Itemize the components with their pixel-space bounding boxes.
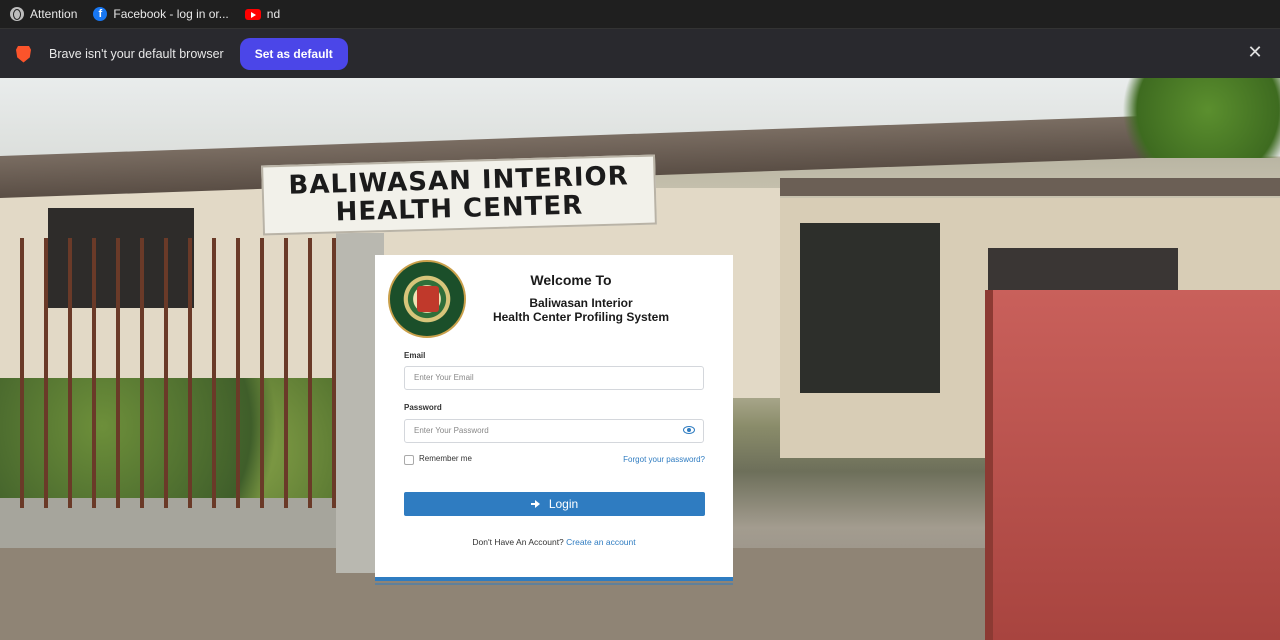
brave-lion-icon [16, 45, 31, 63]
subtitle-line-2: Health Center Profiling System [492, 310, 670, 324]
login-button[interactable]: Login [404, 492, 705, 516]
globe-icon [10, 7, 24, 21]
facebook-icon: f [93, 7, 108, 21]
default-browser-infobar: Brave isn't your default browser Set as … [0, 28, 1280, 79]
password-field[interactable]: Enter Your Password [404, 419, 704, 443]
password-label: Password [404, 403, 442, 412]
password-placeholder: Enter Your Password [414, 426, 489, 435]
email-field[interactable]: Enter Your Email [404, 366, 704, 390]
iron-fence [0, 238, 340, 508]
login-button-label: Login [548, 497, 579, 511]
subtitle-line-1: Baliwasan Interior [529, 296, 633, 310]
remember-me-label: Remember me [419, 454, 472, 463]
doorway [800, 223, 940, 393]
welcome-title: Welcome To [530, 272, 612, 288]
sign-line-2: HEALTH CENTER [335, 190, 584, 228]
bookmark-attention[interactable]: Attention [4, 3, 83, 25]
youtube-icon [244, 8, 261, 20]
close-icon[interactable]: ✕ [1246, 43, 1264, 61]
email-label: Email [404, 351, 426, 360]
bookmark-label: nd [266, 7, 281, 21]
infobar-message: Brave isn't your default browser [49, 47, 224, 61]
bookmark-label: Attention [30, 7, 78, 21]
show-password-icon[interactable] [683, 426, 695, 434]
red-gate [985, 290, 1280, 640]
system-subtitle: Baliwasan Interior Health Center Profili… [471, 296, 691, 324]
create-account-link[interactable]: Create an account [566, 537, 635, 547]
login-card: Welcome To Baliwasan Interior Health Cen… [375, 255, 733, 585]
bookmark-nd[interactable]: nd [239, 3, 286, 25]
create-account-row: Don't Have An Account? Create an account [375, 537, 733, 547]
bookmarks-bar: Attention f Facebook - log in or... nd [0, 0, 1280, 28]
bookmark-label: Facebook - log in or... [113, 7, 229, 21]
remember-me-checkbox[interactable] [404, 455, 414, 465]
no-account-text: Don't Have An Account? [472, 537, 564, 547]
bookmark-facebook[interactable]: f Facebook - log in or... [87, 3, 234, 25]
page-background: BALIWASAN INTERIOR HEALTH CENTER Welcome… [0, 78, 1280, 640]
tree-foliage [1100, 78, 1280, 158]
set-as-default-button[interactable]: Set as default [239, 38, 348, 70]
sign-in-icon [530, 500, 541, 508]
health-center-sign: BALIWASAN INTERIOR HEALTH CENTER [261, 154, 657, 236]
forgot-password-link[interactable]: Forgot your password? [623, 455, 705, 464]
porch-roof [780, 178, 1280, 196]
health-office-seal-logo [388, 260, 466, 338]
